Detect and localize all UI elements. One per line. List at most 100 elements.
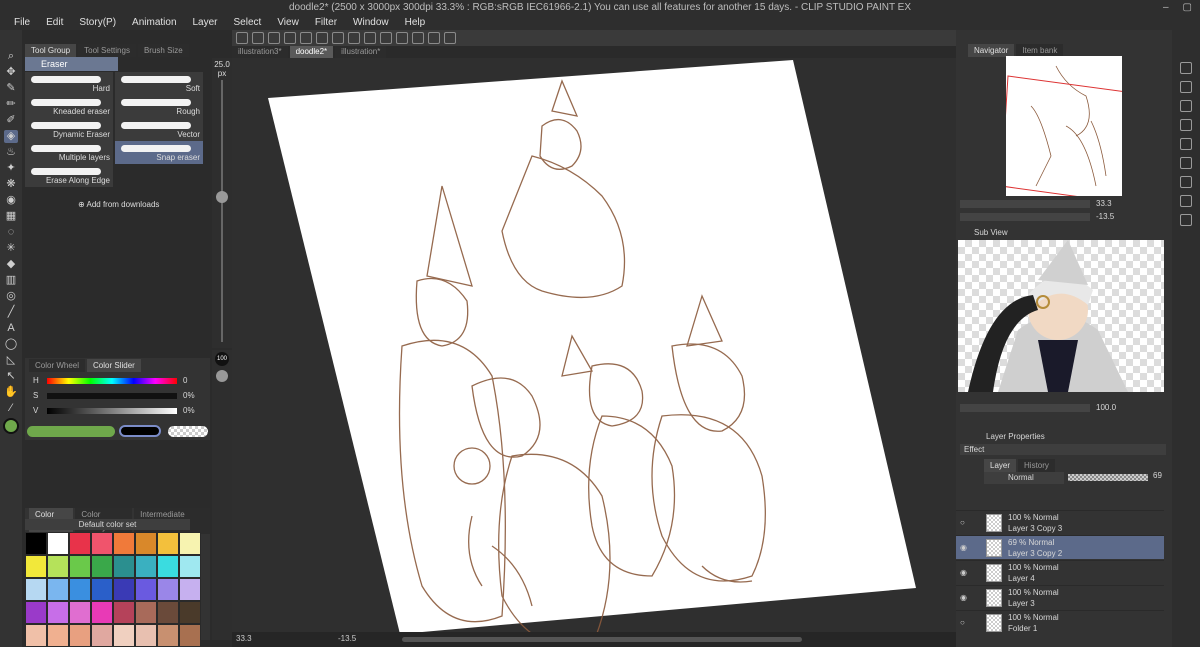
layer-row[interactable]: ◉ 100 % Normal Layer 4 — [956, 560, 1164, 584]
text-tool-icon[interactable]: A — [4, 322, 18, 335]
menu-file[interactable]: File — [6, 16, 38, 30]
layer-opacity-slider[interactable] — [1068, 474, 1148, 481]
menu-animation[interactable]: Animation — [124, 16, 184, 30]
save-icon[interactable] — [284, 32, 296, 44]
show-selection-icon[interactable] — [396, 32, 408, 44]
eyedropper-tool-icon[interactable]: ⁄ — [4, 402, 18, 415]
menu-layer[interactable]: Layer — [185, 16, 226, 30]
pencil-tool-icon[interactable]: ✏ — [4, 98, 18, 111]
subview-zoom-slider[interactable] — [960, 404, 1090, 412]
subtool-multiple-layers[interactable]: Multiple layers — [25, 141, 113, 164]
tab-color-slider[interactable]: Color Slider — [87, 359, 141, 372]
fill-tool-icon[interactable]: ◉ — [4, 194, 18, 207]
color-swatch[interactable] — [91, 624, 113, 647]
subtool-rough[interactable]: Rough — [115, 95, 203, 118]
ruler-tool-icon[interactable]: ◺ — [4, 354, 18, 367]
pen-tool-icon[interactable]: ✎ — [4, 82, 18, 95]
color-swatch[interactable] — [25, 532, 47, 555]
move-tool-icon[interactable]: ✥ — [4, 66, 18, 79]
color-swatch[interactable] — [135, 532, 157, 555]
figure-tool-icon[interactable]: ◎ — [4, 290, 18, 303]
menu-filter[interactable]: Filter — [307, 16, 345, 30]
search-layer-icon[interactable] — [1180, 157, 1192, 169]
canvas-zoom[interactable]: 33.3 — [236, 634, 252, 643]
canvas-angle[interactable]: -13.5 — [338, 634, 356, 643]
animation-cels-icon[interactable] — [1180, 214, 1192, 226]
color-swatch[interactable] — [69, 532, 91, 555]
subtool-kneaded-eraser[interactable]: Kneaded eraser — [25, 95, 113, 118]
color-swatch[interactable] — [47, 578, 69, 601]
tab-history[interactable]: History — [1018, 459, 1055, 472]
line-tool-icon[interactable]: ╱ — [4, 306, 18, 319]
visibility-eye-icon[interactable]: ○ — [960, 618, 965, 627]
color-swatch[interactable] — [179, 532, 201, 555]
color-swatch[interactable] — [25, 578, 47, 601]
color-set-selector[interactable]: Default color set — [25, 519, 190, 530]
subview-title[interactable]: Sub View — [974, 228, 1008, 237]
color-swatch[interactable] — [91, 578, 113, 601]
color-swatch[interactable] — [91, 532, 113, 555]
navigator-zoom-slider[interactable] — [960, 200, 1090, 208]
color-swatch[interactable] — [179, 578, 201, 601]
subtool-group-eraser[interactable]: Eraser — [25, 57, 118, 71]
airbrush-tool-icon[interactable]: ✦ — [4, 162, 18, 175]
color-swatch[interactable] — [113, 578, 135, 601]
layer-name[interactable]: Layer 3 Copy 3 — [1008, 524, 1062, 533]
hue-value[interactable]: 0 — [183, 376, 187, 385]
tab-color-wheel[interactable]: Color Wheel — [29, 359, 86, 372]
visibility-eye-icon[interactable]: ◉ — [960, 543, 967, 552]
layer-name[interactable]: Folder 1 — [1008, 624, 1037, 633]
color-swatch[interactable] — [157, 624, 179, 647]
color-swatch[interactable] — [135, 601, 157, 624]
color-swatch[interactable] — [91, 555, 113, 578]
canvas-area[interactable] — [232, 46, 956, 636]
crop-icon[interactable] — [1180, 176, 1192, 188]
transform-icon[interactable] — [348, 32, 360, 44]
subtool-snap-eraser[interactable]: Snap eraser — [115, 141, 203, 164]
color-swatch[interactable] — [135, 624, 157, 647]
tab-tool-group[interactable]: Tool Group — [25, 44, 77, 57]
menu-window[interactable]: Window — [345, 16, 397, 30]
color-swatch[interactable] — [69, 624, 91, 647]
color-swatch[interactable] — [157, 578, 179, 601]
color-swatch[interactable] — [69, 601, 91, 624]
menu-edit[interactable]: Edit — [38, 16, 71, 30]
bucket-tool-icon[interactable]: ◆ — [4, 258, 18, 271]
color-swatch[interactable] — [113, 601, 135, 624]
blend-tool-icon[interactable]: ♨ — [4, 146, 18, 159]
navigator-preview[interactable] — [1000, 56, 1157, 207]
hue-slider-row[interactable]: H 0 — [33, 376, 208, 386]
grid-tool-icon[interactable]: ▦ — [4, 210, 18, 223]
saturation-slider-row[interactable]: S 0% — [33, 391, 208, 401]
undo-icon[interactable] — [300, 32, 312, 44]
brush-tool-icon[interactable]: ✐ — [4, 114, 18, 127]
layer-row[interactable]: ○ 100 % Normal Folder 1 — [956, 610, 1164, 634]
balloon-tool-icon[interactable]: ◯ — [4, 338, 18, 351]
minimize-icon[interactable]: – — [1163, 0, 1169, 16]
brush-opacity-slider[interactable]: 100 — [212, 350, 232, 640]
menu-view[interactable]: View — [269, 16, 307, 30]
subtool-vector[interactable]: Vector — [115, 118, 203, 141]
subview-zoom[interactable]: 100.0 — [1096, 403, 1116, 412]
color-swatch[interactable] — [157, 601, 179, 624]
subtool-dynamic-eraser[interactable]: Dynamic Eraser — [25, 118, 113, 141]
layer-name[interactable]: Layer 4 — [1008, 574, 1035, 583]
layer-row[interactable]: ◉ 69 % Normal Layer 3 Copy 2 — [956, 535, 1164, 559]
color-swatch[interactable] — [69, 555, 91, 578]
lasso-tool-icon[interactable]: ◌ — [4, 226, 18, 239]
color-swatch[interactable] — [179, 601, 201, 624]
decoration-tool-icon[interactable]: ❋ — [4, 178, 18, 191]
open-file-icon[interactable] — [268, 32, 280, 44]
doc-tab-illustration3[interactable]: illustration3* — [232, 46, 288, 58]
brush-opacity-knob[interactable] — [216, 370, 228, 382]
color-swatch[interactable] — [179, 555, 201, 578]
layer-property-icon[interactable] — [1180, 81, 1192, 93]
snap-special-ruler-icon[interactable] — [428, 32, 440, 44]
color-swatch[interactable] — [91, 601, 113, 624]
redo-icon[interactable] — [316, 32, 328, 44]
subtool-erase-along-edge[interactable]: Erase Along Edge — [25, 164, 113, 187]
clear-icon[interactable] — [332, 32, 344, 44]
color-swatch[interactable] — [157, 532, 179, 555]
add-from-downloads-button[interactable]: ⊕ Add from downloads — [78, 200, 159, 209]
saturation-value[interactable]: 0% — [183, 391, 195, 400]
